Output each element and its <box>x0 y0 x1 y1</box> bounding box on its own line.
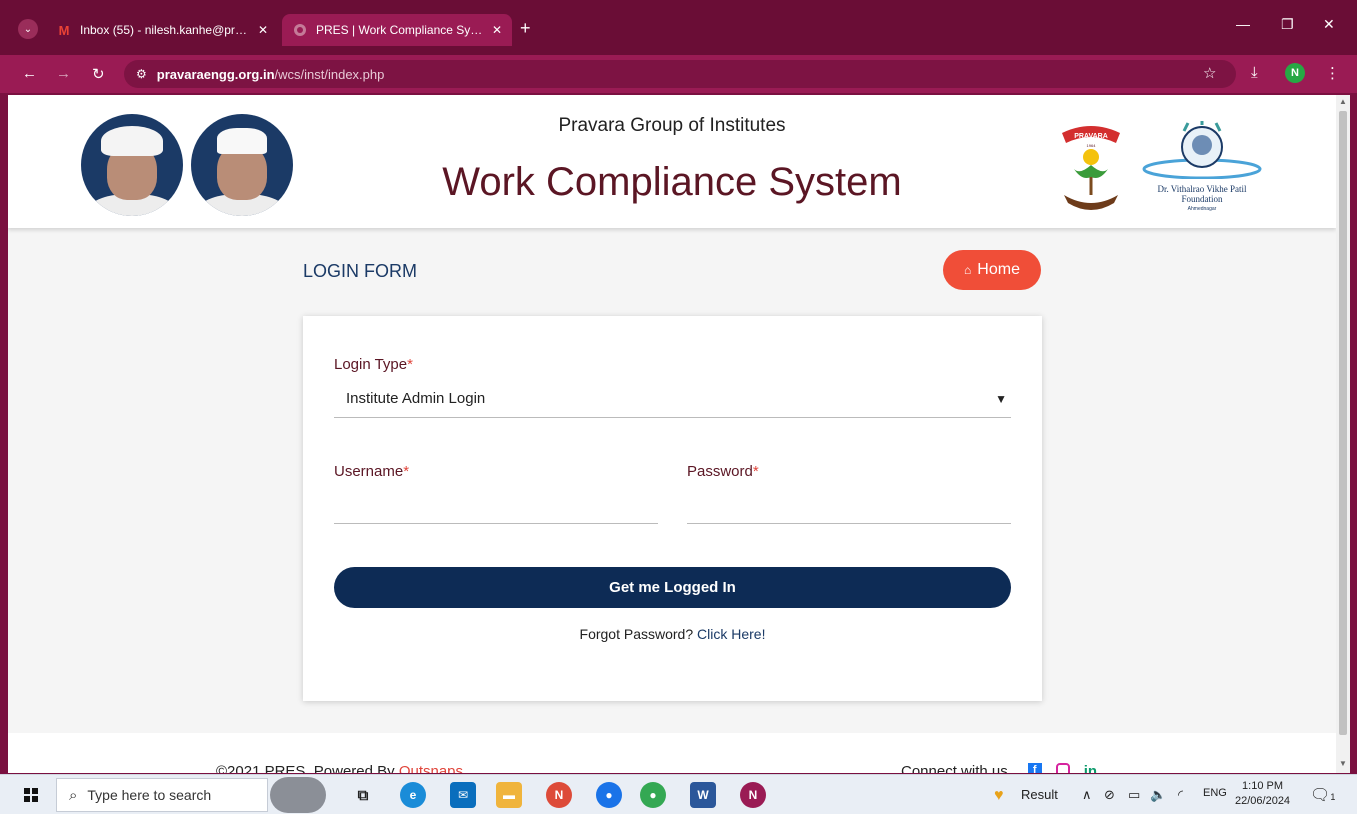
home-button[interactable]: ⌂ Home <box>943 250 1041 290</box>
language-indicator[interactable]: ENG <box>1203 787 1227 799</box>
profile-avatar[interactable]: N <box>1285 63 1305 83</box>
restore-icon[interactable]: ❐ <box>1281 16 1294 33</box>
reload-icon[interactable]: ↻ <box>92 65 105 83</box>
page-viewport: Pravara Group of Institutes Work Complia… <box>8 95 1336 773</box>
menu-kebab-icon[interactable]: ⋮ <box>1325 64 1340 82</box>
chevron-down-icon: ▼ <box>995 392 1007 406</box>
scroll-thumb[interactable] <box>1339 111 1347 735</box>
clock-time: 1:10 PM <box>1242 780 1284 792</box>
login-card: Login Type* Institute Admin Login ▼ User… <box>303 316 1042 701</box>
site-globe-icon <box>292 22 308 38</box>
url-bar[interactable]: ⚙ pravaraengg.org.in /wcs/inst/index.php <box>124 60 1236 88</box>
chrome-profile-icon[interactable]: ● <box>640 782 666 808</box>
bookmark-star-icon[interactable]: ☆ <box>1203 64 1216 82</box>
site-settings-icon[interactable]: ⚙ <box>136 67 147 81</box>
taskbar-search[interactable]: ⌕ Type here to search <box>56 778 268 812</box>
login-type-value: Institute Admin Login <box>346 390 486 407</box>
forgot-password: Forgot Password? Click Here! <box>303 626 1042 642</box>
tab-title: PRES | Work Compliance System <box>316 23 486 37</box>
url-path: /wcs/inst/index.php <box>274 66 385 82</box>
volume-icon[interactable]: 🔈 <box>1150 787 1166 803</box>
notification-icon[interactable]: 🗨1 <box>1310 785 1335 805</box>
login-submit-button[interactable]: Get me Logged In <box>334 567 1011 608</box>
address-bar-row: ← → ↻ ⚙ pravaraengg.org.in /wcs/inst/ind… <box>0 55 1357 93</box>
battery-icon[interactable]: ▭ <box>1128 787 1140 803</box>
footer-copyright: ©2021 PRES, Powered By Outsnaps <box>216 763 463 773</box>
login-type-select[interactable]: Institute Admin Login ▼ <box>334 380 1011 418</box>
result-label[interactable]: Result <box>1021 787 1058 802</box>
notification-count: 1 <box>1330 792 1336 802</box>
minimize-icon[interactable]: — <box>1236 16 1250 32</box>
browser-tab-bar: ⌄ M Inbox (55) - nilesh.kanhe@pravaraeng… <box>0 0 1357 55</box>
connect-label: Connect with us <box>901 763 1008 773</box>
taskbar-clock[interactable]: 1:10 PM 22/06/2024 <box>1235 779 1290 809</box>
site-footer: ©2021 PRES, Powered By Outsnaps Connect … <box>8 733 1336 773</box>
clock-date: 22/06/2024 <box>1235 795 1291 807</box>
new-tab-button[interactable]: + <box>520 19 531 37</box>
footer-social: Connect with us f in <box>901 763 1097 773</box>
chrome-profile-n-icon[interactable]: N <box>546 782 572 808</box>
search-icon: ⌕ <box>69 786 78 804</box>
password-input[interactable] <box>687 494 1011 524</box>
svg-text:PRAVARA: PRAVARA <box>1074 133 1108 140</box>
page-scrollbar[interactable]: ▲ ▼ <box>1336 95 1350 773</box>
org-name: Pravara Group of Institutes <box>558 115 786 136</box>
windows-start-icon[interactable] <box>24 788 38 802</box>
wifi-icon[interactable]: ◜ <box>1178 787 1183 803</box>
tab-gmail[interactable]: M Inbox (55) - nilesh.kanhe@pravaraengg … <box>46 14 278 46</box>
username-label: Username* <box>334 463 410 480</box>
scroll-up-icon[interactable]: ▲ <box>1339 97 1347 106</box>
forgot-password-link[interactable]: Click Here! <box>697 626 765 642</box>
gmail-icon: M <box>58 22 70 38</box>
linkedin-icon[interactable]: in <box>1084 763 1097 773</box>
windows-taskbar: ⌕ Type here to search ⧉ e ✉ ▬ N ● ● W N … <box>0 774 1357 814</box>
password-label: Password* <box>687 463 759 480</box>
instagram-icon[interactable] <box>1055 763 1070 773</box>
chrome-active-icon[interactable]: N <box>740 782 766 808</box>
tab-title: Inbox (55) - nilesh.kanhe@pravaraengg <box>80 23 252 37</box>
url-host: pravaraengg.org.in <box>156 66 275 82</box>
home-label: Home <box>977 261 1020 278</box>
download-icon[interactable]: ⤓ <box>1251 64 1258 81</box>
word-icon[interactable]: W <box>690 782 716 808</box>
form-heading: LOGIN FORM <box>303 261 418 281</box>
forgot-text: Forgot Password? <box>579 626 694 642</box>
chrome-icon[interactable]: ● <box>596 782 622 808</box>
foundation-logo: Dr. Vithalrao Vikhe Patil Foundation Ahm… <box>1142 121 1262 213</box>
pravara-logo: PRAVARA 1964 <box>1052 119 1130 215</box>
tray-chevron-icon[interactable]: ∧ <box>1082 787 1092 803</box>
edge-icon[interactable]: e <box>400 782 426 808</box>
file-explorer-icon[interactable]: ▬ <box>496 782 522 808</box>
back-icon[interactable]: ← <box>22 65 37 82</box>
result-trophy-icon[interactable]: ♥ <box>994 787 1004 805</box>
widget-mascot-icon[interactable] <box>270 777 326 813</box>
svg-text:1964: 1964 <box>1087 143 1097 148</box>
footer-brand-link[interactable]: Outsnaps <box>399 763 463 773</box>
tab-close-icon[interactable]: ✕ <box>258 23 268 37</box>
foundation-city: Ahmednagar <box>1187 206 1217 212</box>
tab-search-button[interactable]: ⌄ <box>18 19 38 39</box>
page-title: Work Compliance System <box>442 160 902 204</box>
facebook-icon[interactable]: f <box>1027 763 1042 773</box>
tab-wcs[interactable]: PRES | Work Compliance System ✕ <box>282 14 512 46</box>
tab-close-icon[interactable]: ✕ <box>492 23 502 37</box>
window-close-icon[interactable]: ✕ <box>1323 16 1335 33</box>
foundation-name: Dr. Vithalrao Vikhe Patil <box>1157 184 1247 194</box>
task-view-icon[interactable]: ⧉ <box>350 782 376 808</box>
forward-icon[interactable]: → <box>56 65 71 82</box>
scroll-down-icon[interactable]: ▼ <box>1339 759 1347 768</box>
username-input[interactable] <box>334 494 658 524</box>
site-header: Pravara Group of Institutes Work Complia… <box>8 95 1336 228</box>
network-off-icon[interactable]: ⊘ <box>1104 787 1115 803</box>
login-type-label: Login Type* <box>334 356 413 373</box>
home-icon: ⌂ <box>964 263 972 277</box>
search-placeholder: Type here to search <box>87 787 212 803</box>
mail-icon[interactable]: ✉ <box>450 782 476 808</box>
foundation-sub: Foundation <box>1181 194 1223 204</box>
